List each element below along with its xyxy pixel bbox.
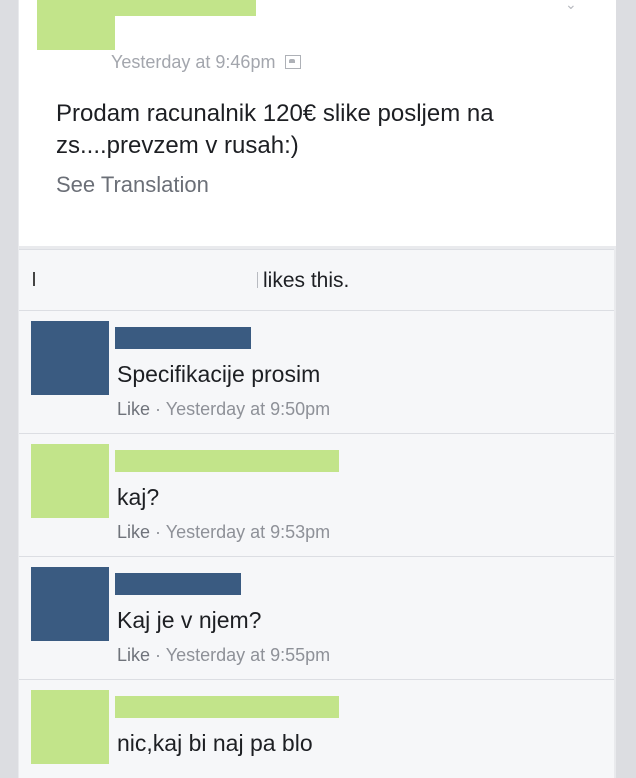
likes-text: likes this. (263, 269, 350, 292)
commenter-name-redacted[interactable] (115, 327, 251, 349)
post-timestamp-text: Yesterday at 9:46pm (111, 52, 276, 72)
like-link[interactable]: Like (117, 522, 150, 542)
commenter-name-redacted[interactable] (115, 573, 241, 595)
comment-timestamp[interactable]: · Yesterday at 9:50pm (155, 399, 330, 419)
comment-text: Kaj je v njem? (117, 607, 262, 633)
comment-meta: Like · Yesterday at 9:53pm (117, 522, 330, 543)
see-translation-link[interactable]: See Translation (56, 172, 209, 198)
like-link[interactable]: Like (117, 645, 150, 665)
comment-item: Specifikacije prosim Like · Yesterday at… (19, 311, 614, 434)
likes-name-redacted-edge (257, 272, 258, 288)
poster-name-redacted[interactable] (111, 0, 256, 16)
commenter-avatar-redacted[interactable] (31, 567, 109, 641)
screen-frame-right (616, 0, 636, 778)
comment-item: kaj? Like · Yesterday at 9:53pm (19, 434, 614, 557)
comment-timestamp[interactable]: · Yesterday at 9:55pm (155, 645, 330, 665)
audience-icon (285, 55, 302, 69)
comment-meta: Like · Yesterday at 9:50pm (117, 399, 330, 420)
like-link[interactable]: Like (117, 399, 150, 419)
post-text: Prodam racunalnik 120€ slike posljem na … (56, 100, 494, 159)
comment-text: nic,kaj bi naj pa blo (117, 730, 313, 756)
comment-item: Kaj je v njem? Like · Yesterday at 9:55p… (19, 557, 614, 680)
commenter-avatar-redacted[interactable] (31, 444, 109, 518)
poster-avatar-redacted[interactable] (37, 0, 115, 50)
commenter-avatar-redacted[interactable] (31, 690, 109, 764)
post-card: ⌄ Yesterday at 9:46pm Prodam racunalnik … (19, 0, 616, 246)
comment-text: Specifikacije prosim (117, 361, 321, 387)
comment-text: kaj? (117, 484, 160, 510)
likes-name-redacted (33, 272, 35, 286)
comment-meta: Like · Yesterday at 9:55pm (117, 645, 330, 666)
commenter-avatar-redacted[interactable] (31, 321, 109, 395)
comment-timestamp[interactable]: · Yesterday at 9:53pm (155, 522, 330, 542)
commenter-name-redacted[interactable] (115, 450, 339, 472)
chevron-down-icon[interactable]: ⌄ (565, 0, 579, 12)
commenter-name-redacted[interactable] (115, 696, 339, 718)
post-timestamp[interactable]: Yesterday at 9:46pm (111, 52, 302, 73)
comment-item: nic,kaj bi naj pa blo (19, 680, 614, 778)
screen-frame-left (0, 0, 18, 778)
likes-summary[interactable]: likes this. (19, 249, 614, 311)
